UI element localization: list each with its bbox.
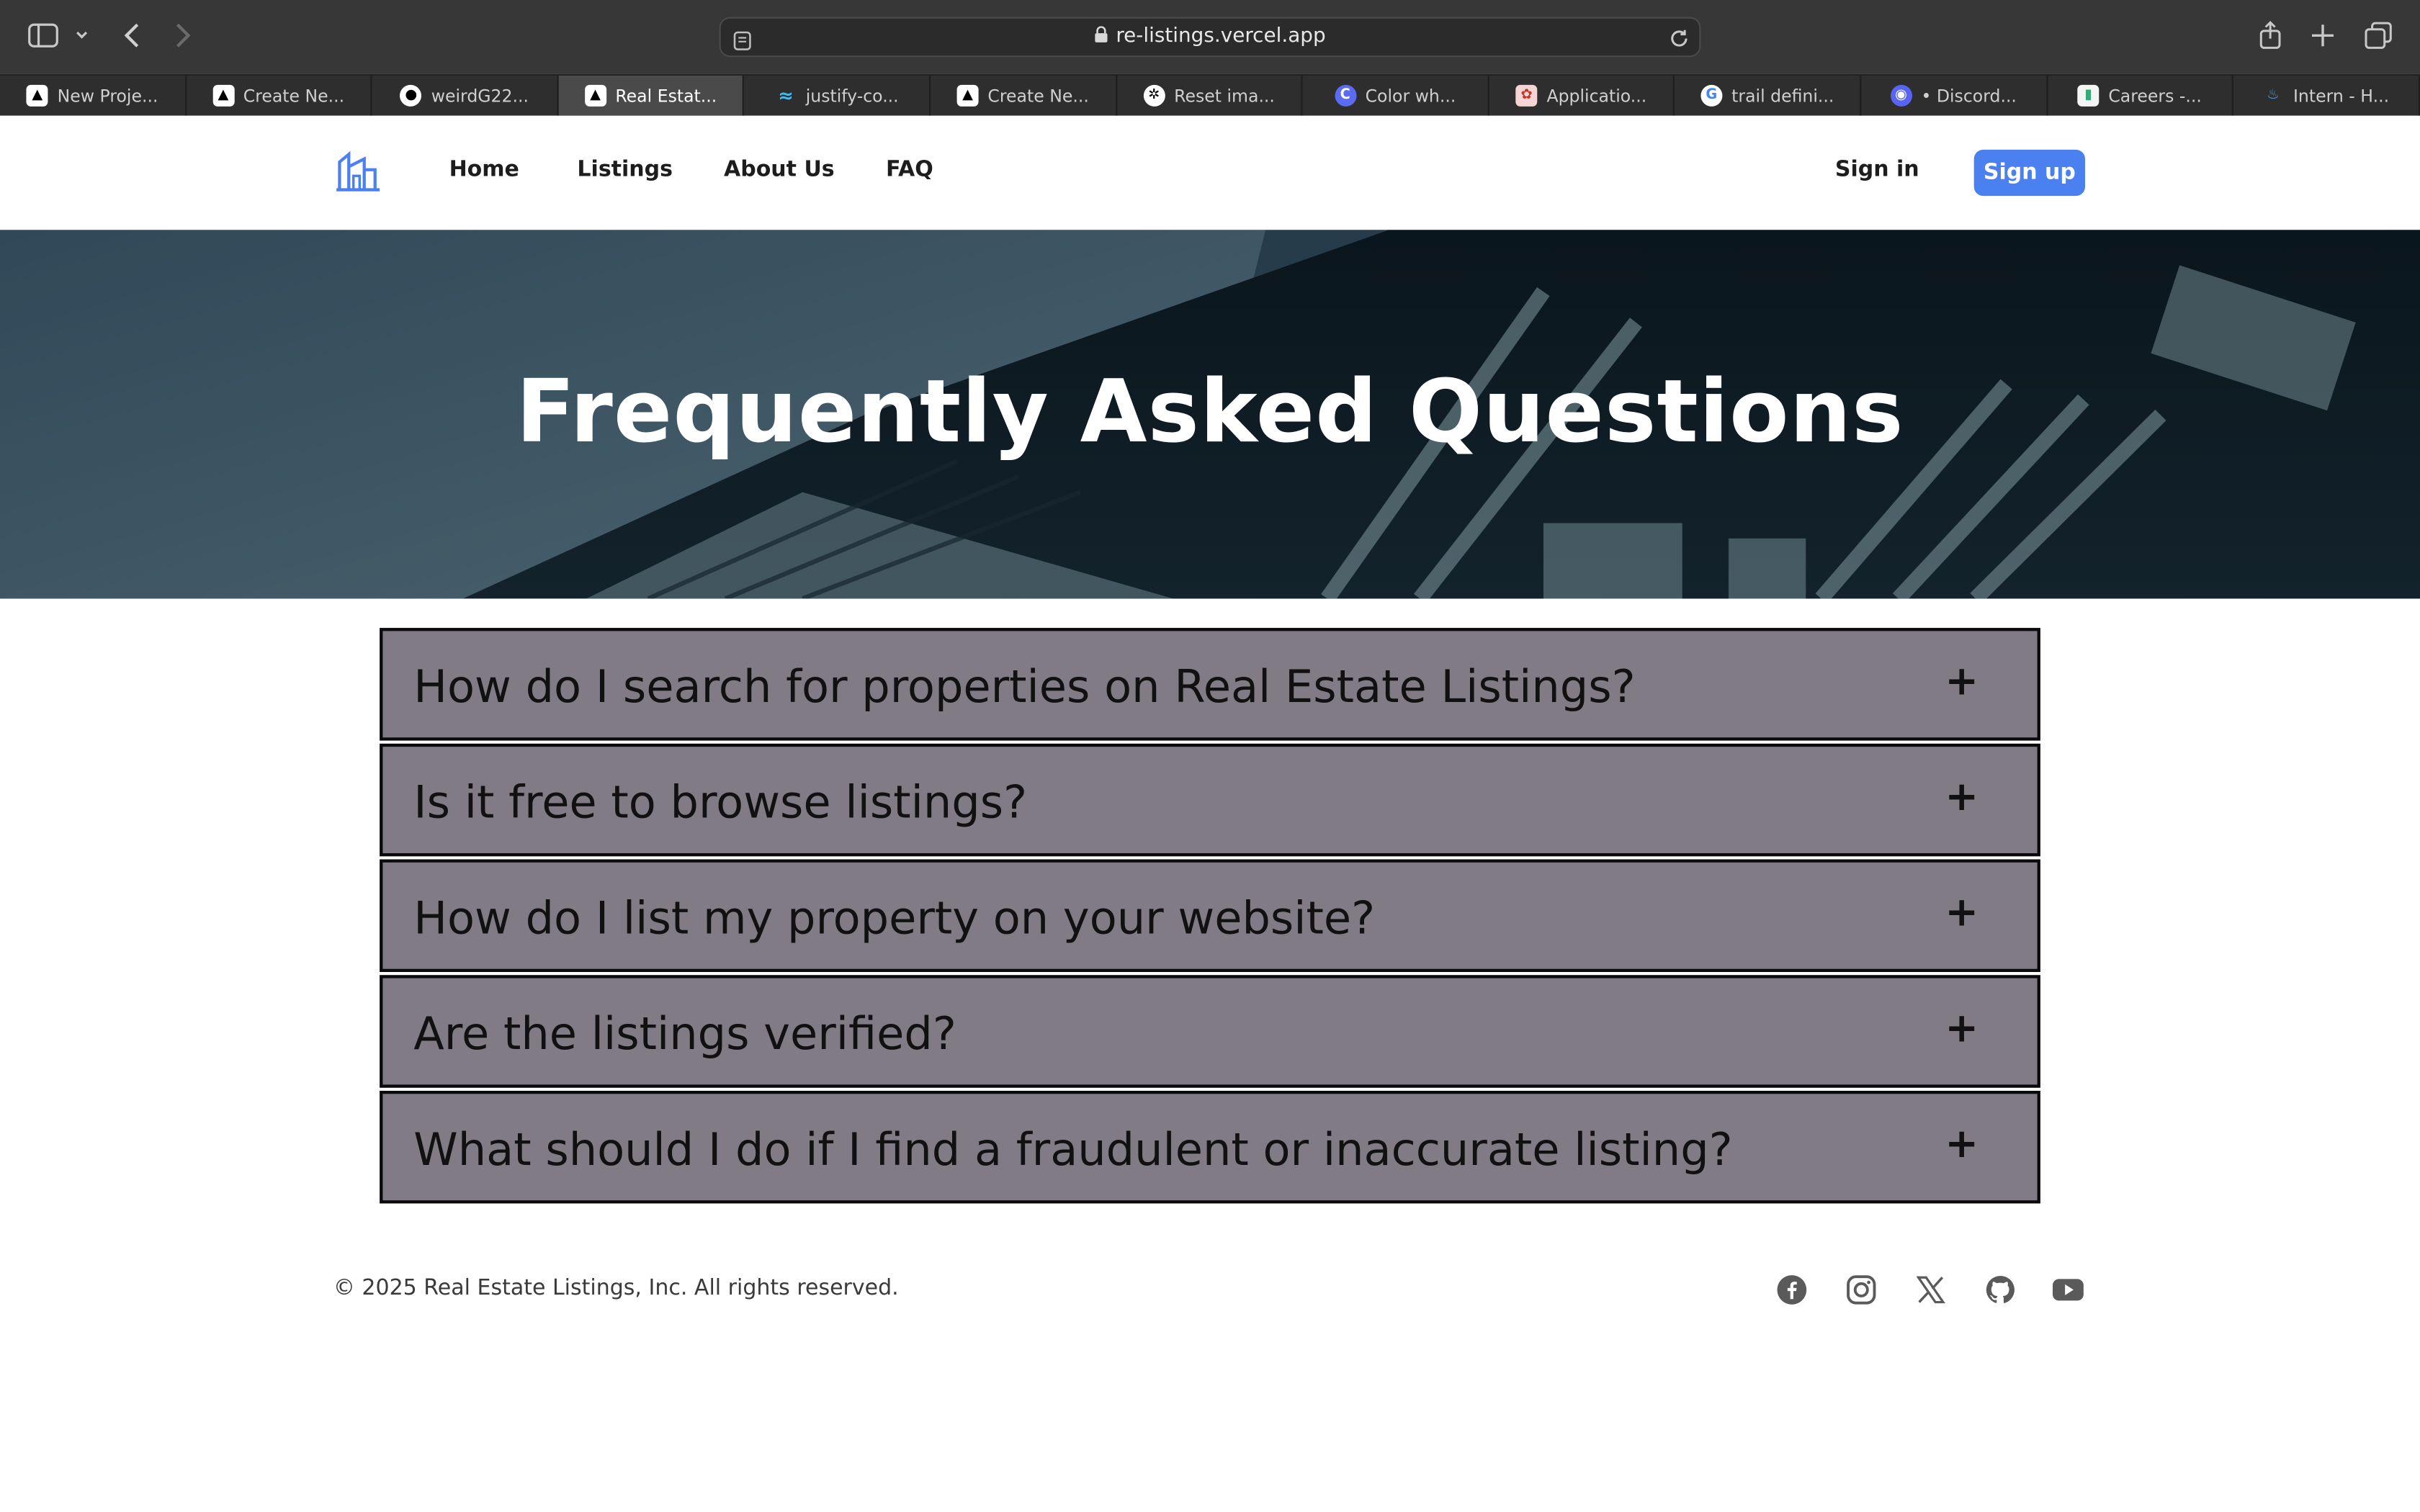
reload-icon[interactable] xyxy=(1668,26,1690,55)
house-logo-icon[interactable] xyxy=(335,148,381,201)
youtube-icon[interactable] xyxy=(2051,1273,2085,1307)
share-icon[interactable] xyxy=(2258,20,2282,51)
tab-label: Create Ne... xyxy=(987,85,1089,106)
page-title: Frequently Asked Questions xyxy=(516,362,1904,463)
signin-link[interactable]: Sign in xyxy=(1835,158,1919,182)
back-icon[interactable] xyxy=(120,22,145,50)
faq-item[interactable]: What should I do if I find a fraudulent … xyxy=(380,1091,2040,1204)
tab-label: Real Estat... xyxy=(615,85,717,106)
tab-label: Intern - H... xyxy=(2293,85,2390,106)
nav-link-faq[interactable]: FAQ xyxy=(886,158,933,182)
url-display[interactable]: re-listings.vercel.app xyxy=(721,24,1700,49)
chevron-down-icon[interactable] xyxy=(74,28,89,43)
new-tab-icon[interactable] xyxy=(2311,23,2335,48)
tab-label: Color wh... xyxy=(1365,85,1456,106)
browser-tab[interactable]: ▲ Create Ne... xyxy=(931,76,1117,116)
forward-icon[interactable] xyxy=(170,22,194,50)
canva-icon: C xyxy=(1334,84,1356,107)
chatgpt-icon: ✲ xyxy=(1143,84,1165,107)
faq-question: Is it free to browse listings? xyxy=(413,775,1028,829)
x-icon[interactable] xyxy=(1914,1273,1948,1307)
vercel-icon: ▲ xyxy=(212,84,234,107)
github-icon: ● xyxy=(400,84,422,107)
browser-tab[interactable]: ✿ Applicatio... xyxy=(1489,76,1675,116)
browser-tab[interactable]: ▮ Careers -... xyxy=(2048,76,2233,116)
browser-toolbar: re-listings.vercel.app xyxy=(0,0,2420,74)
nav-link-listings[interactable]: Listings xyxy=(577,158,673,182)
footer-copyright: © 2025 Real Estate Listings, Inc. All ri… xyxy=(333,1276,899,1301)
tab-overview-icon[interactable] xyxy=(2365,22,2393,50)
hero-banner: Frequently Asked Questions xyxy=(0,230,2420,599)
expand-plus-icon[interactable]: + xyxy=(1945,659,1978,705)
lock-icon xyxy=(1094,26,1108,49)
tab-label: weirdG22... xyxy=(431,85,529,106)
tailwind-icon: ≈ xyxy=(778,84,794,107)
tab-label: justify-co... xyxy=(805,85,899,106)
browser-tab[interactable]: ♨ Intern - H... xyxy=(2233,76,2420,116)
browser-tab[interactable]: ✲ Reset ima... xyxy=(1116,76,1303,116)
browser-tab[interactable]: ▲ New Proje... xyxy=(0,76,187,116)
browser-tabs: ▲ New Proje... ▲ Create Ne... ● weirdG22...… xyxy=(0,73,2420,116)
browser-tab[interactable]: ● weirdG22... xyxy=(372,76,559,116)
faq-item[interactable]: How do I search for properties on Real E… xyxy=(380,628,2040,741)
tab-label: Careers -... xyxy=(2108,85,2202,106)
instagram-icon[interactable] xyxy=(1845,1273,1878,1307)
expand-plus-icon[interactable]: + xyxy=(1945,890,1978,936)
discord-icon: ◉ xyxy=(1890,84,1912,107)
browser-tab[interactable]: ▲ Create Ne... xyxy=(186,76,372,116)
browser-tab[interactable]: Gtrail defini... xyxy=(1675,76,1862,116)
browser-tab-active[interactable]: ▲ Real Estat... xyxy=(558,76,745,116)
expand-plus-icon[interactable]: + xyxy=(1945,1122,1978,1168)
faq-item[interactable]: How do I list my property on your websit… xyxy=(380,859,2040,972)
faq-question: How do I search for properties on Real E… xyxy=(413,660,1636,713)
app-icon: ✿ xyxy=(1515,84,1538,107)
google-icon: G xyxy=(1700,84,1723,107)
faq-item[interactable]: Is it free to browse listings? + xyxy=(380,743,2040,857)
faq-question: What should I do if I find a fraudulent … xyxy=(413,1123,1733,1176)
faq-item[interactable]: Are the listings verified? + xyxy=(380,975,2040,1088)
faq-accordion: How do I search for properties on Real E… xyxy=(380,628,2040,1207)
address-bar[interactable]: re-listings.vercel.app xyxy=(719,17,1701,58)
nav-link-home[interactable]: Home xyxy=(449,158,519,182)
github-icon[interactable] xyxy=(1984,1273,2017,1307)
screen: re-listings.vercel.app ▲ New Proje... ▲ Cr… xyxy=(0,0,2420,1512)
sidebar-toggle-icon[interactable] xyxy=(28,22,59,50)
tab-label: Reset ima... xyxy=(1174,85,1275,106)
vercel-icon: ▲ xyxy=(584,84,606,107)
facebook-icon[interactable] xyxy=(1775,1273,1809,1307)
expand-plus-icon[interactable]: + xyxy=(1945,775,1978,821)
expand-plus-icon[interactable]: + xyxy=(1945,1006,1978,1052)
faq-question: How do I list my property on your websit… xyxy=(413,891,1376,945)
browser-tab[interactable]: ◉ • Discord... xyxy=(1861,76,2048,116)
intern-icon: ♨ xyxy=(2267,88,2280,104)
tab-label: • Discord... xyxy=(1921,85,2017,106)
faq-question: Are the listings verified? xyxy=(413,1007,956,1061)
vercel-icon: ▲ xyxy=(956,84,979,107)
browser-tab[interactable]: ≈ justify-co... xyxy=(745,76,931,116)
tab-label: Create Ne... xyxy=(243,85,345,106)
signup-button[interactable]: Sign up xyxy=(1973,149,2085,197)
careers-icon: ▮ xyxy=(2077,84,2099,107)
browser-tab[interactable]: C Color wh... xyxy=(1303,76,1489,116)
vercel-icon: ▲ xyxy=(26,84,48,107)
tab-label: New Proje... xyxy=(57,85,158,106)
tab-label: Applicatio... xyxy=(1546,85,1647,106)
nav-link-about-us[interactable]: About Us xyxy=(724,158,835,182)
url-text: re-listings.vercel.app xyxy=(1116,24,1326,48)
tab-label: trail defini... xyxy=(1731,85,1834,106)
site-navbar: Home Listings About Us FAQ Sign in Sign … xyxy=(0,115,2420,230)
